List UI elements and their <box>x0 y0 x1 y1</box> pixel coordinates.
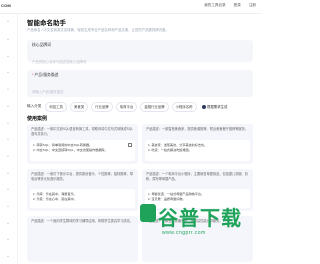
chevron-down-icon[interactable]: ⌄ <box>5 136 11 142</box>
generate-by-need-toggle[interactable]: 根据需求生成 <box>201 104 227 109</box>
category-tags: 输入分类 科技工具 美食类 行业品牌 电商平台 金融行业品牌 小程序名称 根据需… <box>27 101 255 112</box>
sidebar: ⌄ ⌄ ⌄ ⌄ ⌄ ⌄ ⌄ ⌄ ⌄ ⌄ ⌄ ⌄ ⌄ ⌄ ⌄ <box>0 14 18 264</box>
top-nav: 我的工具目录 登录 注册 <box>204 3 256 8</box>
page-subtitle: 产品命名 / 中文名到英文名转换，轻松生成专业产品名称和产品文案，让您的产品更具… <box>27 28 169 32</box>
tag-mini-program[interactable]: 小程序名称 <box>171 101 197 112</box>
site-logo-text[interactable]: COM <box>1 3 11 8</box>
watermark-text: 谷普下载 <box>158 206 242 230</box>
nav-my-tools[interactable]: 我的工具目录 <box>204 3 226 8</box>
field-label: * 产品/服务描述 <box>32 73 59 77</box>
case-card[interactable]: 产品描述：一款灯下音乐平台，提供原创音乐、个性推荐，独特推荐、带电台等多元化音乐… <box>27 169 138 211</box>
brand-word-input[interactable]: 产品的核心名称与描述或核心品牌词 <box>32 50 248 64</box>
case-description: 产品描述：一个面向学生群体的学习辅导应用，帮助学生提高学习成绩。 <box>31 219 133 223</box>
chevron-down-icon[interactable]: ⌄ <box>5 36 11 42</box>
nav-register[interactable]: 注册 <box>249 3 256 8</box>
case-result-text: 1. 转转SQL：简单易用的中文SQL转换器。 2. 中文SQL：中文直接转SQ… <box>33 143 108 152</box>
page-title: 智能命名助手 <box>27 20 66 27</box>
chevron-down-icon[interactable]: ⌄ <box>5 236 11 242</box>
brand-word-card: 核心品牌词 产品的核心名称与描述或核心品牌词 <box>27 40 253 64</box>
tag-industry-brand[interactable]: 行业品牌 <box>91 101 113 112</box>
field-label: 核心品牌词 <box>32 43 51 47</box>
chevron-down-icon[interactable]: ⌄ <box>5 86 11 92</box>
case-description: 产品描述：一个电商平台小程序，主要销售母婴用品，包括婴儿衣服、奶粉、尿布等母婴产… <box>146 172 248 181</box>
case-result: 1. 乐库：乐在其中，海量音乐。 2. 乐思：乐在心中，思在其中。 <box>30 189 135 208</box>
case-card[interactable]: 产品描述：一款中文到SQL语言转换工具，帮助你将中文句式转换成SQL语句并执行。… <box>27 124 138 164</box>
chevron-down-icon[interactable]: ⌄ <box>5 18 11 24</box>
description-input[interactable]: 请输入产品/服务描述 <box>32 80 248 94</box>
case-result-text: 1. 美食家：发现美食、分享美食的好去处。 2. 吃货：一站式解决吃饭难题。 <box>148 143 208 152</box>
case-description: 产品描述：一款灯下音乐平台，提供原创音乐、个性推荐，独特推荐、带电台等多元化音乐… <box>31 172 133 181</box>
toggle-dot-icon <box>201 104 206 109</box>
chevron-down-icon[interactable]: ⌄ <box>5 69 11 75</box>
case-result: 1. 转转SQL：简单易用的中文SQL转换器。 2. 中文SQL：中文直接转SQ… <box>30 140 135 161</box>
watermark-logo-icon <box>140 204 156 222</box>
case-result: 1. 美食家：发现美食、分享美食的好去处。 2. 吃货：一站式解决吃饭难题。 <box>145 140 250 161</box>
description-card: * 产品/服务描述 请输入产品/服务描述 <box>27 70 253 97</box>
chevron-down-icon[interactable]: ⌄ <box>5 103 11 109</box>
chevron-down-icon[interactable]: ⌄ <box>5 220 11 226</box>
case-card[interactable]: 产品描述：一款智慧美食家，提供食谱推荐、附近美食餐厅推荐等服务。 1. 美食家：… <box>142 124 253 164</box>
chevron-down-icon[interactable]: ⌄ <box>5 186 11 192</box>
case-result-text: 1. 乐库：乐在其中，海量音乐。 2. 乐思：乐在心中，思在其中。 <box>33 192 77 201</box>
watermark-url: www.cngprr.com <box>162 230 206 236</box>
top-bar: COM 我的工具目录 登录 注册 <box>0 0 262 14</box>
watermark: 谷普下载 www.cngprr.com <box>138 196 256 246</box>
chevron-down-icon[interactable]: ⌄ <box>5 153 11 159</box>
tag-food[interactable]: 美食类 <box>69 101 89 112</box>
case-card[interactable]: 产品描述：一个面向学生群体的学习辅导应用，帮助学生提高学习成绩。 <box>27 216 138 262</box>
tag-ecommerce[interactable]: 电商平台 <box>115 101 138 112</box>
chevron-down-icon[interactable]: ⌄ <box>5 120 11 126</box>
chevron-down-icon[interactable]: ⌄ <box>5 53 11 59</box>
chevron-down-icon[interactable]: ⌄ <box>5 253 11 259</box>
tags-title: 输入分类 <box>27 104 42 108</box>
copy-icon[interactable] <box>128 143 132 147</box>
case-description: 产品描述：一款智慧美食家，提供食谱推荐、附近美食餐厅推荐等服务。 <box>146 127 248 131</box>
nav-login[interactable]: 登录 <box>234 3 241 8</box>
tag-tech-tools[interactable]: 科技工具 <box>45 101 67 112</box>
cases-title: 使用案例 <box>27 116 48 122</box>
tag-finance[interactable]: 金融行业品牌 <box>140 101 169 112</box>
chevron-down-icon[interactable]: ⌄ <box>5 203 11 209</box>
chevron-down-icon[interactable]: ⌄ <box>5 170 11 176</box>
case-description: 产品描述：一款中文到SQL语言转换工具，帮助你将中文句式转换成SQL语句并执行。 <box>31 127 134 136</box>
